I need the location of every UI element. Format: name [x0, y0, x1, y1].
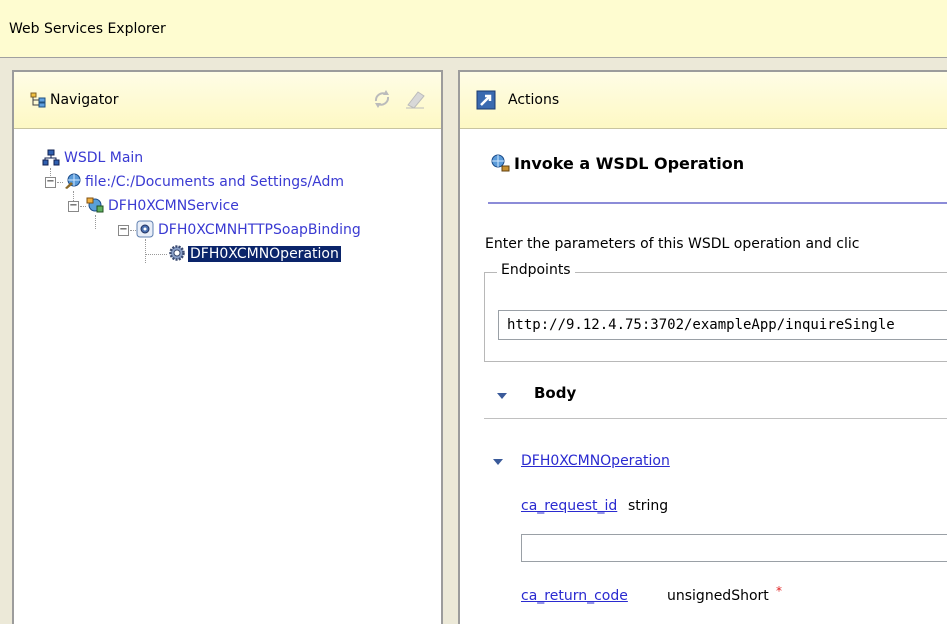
invoke-operation-icon: [491, 154, 510, 172]
actions-icon: [476, 90, 496, 110]
app-title: Web Services Explorer: [9, 21, 166, 37]
navigator-title: Navigator: [50, 92, 119, 108]
collapse-toggle[interactable]: −: [68, 201, 79, 212]
file-globe-icon: [65, 173, 81, 189]
endpoint-input[interactable]: http://9.12.4.75:3702/exampleApp/inquire…: [498, 310, 947, 340]
navigator-icon: [30, 92, 46, 108]
app-title-bar: Web Services Explorer: [0, 0, 947, 58]
wsdl-tree-icon: [42, 149, 60, 166]
section-divider: [488, 202, 947, 204]
selected-operation-label[interactable]: DFH0XCMNOperation: [188, 246, 341, 262]
collapse-toggle[interactable]: −: [118, 225, 129, 236]
body-divider: [484, 418, 947, 419]
operation-gear-icon: [169, 245, 185, 261]
binding-icon: [136, 220, 154, 238]
collapse-toggle[interactable]: −: [45, 177, 56, 188]
actions-title: Actions: [508, 92, 560, 108]
tree-item-wsdl-main[interactable]: WSDL Main: [64, 147, 143, 169]
navigator-panel: Navigator WSDL Main − file:/C:/Documents…: [12, 70, 443, 624]
instruction-text: Enter the parameters of this WSDL operat…: [485, 236, 860, 252]
eraser-icon[interactable]: [404, 89, 426, 109]
tree-item-file[interactable]: file:/C:/Documents and Settings/Adm: [85, 171, 344, 193]
service-icon: [86, 197, 104, 213]
body-collapse-icon[interactable]: [497, 393, 507, 399]
navigator-header: Navigator: [14, 72, 441, 129]
ca-return-code-type: unsignedShort: [667, 588, 769, 604]
section-title: Invoke a WSDL Operation: [514, 154, 745, 173]
ca-return-code-link[interactable]: ca_return_code: [521, 588, 628, 604]
operation-link[interactable]: DFH0XCMNOperation: [521, 453, 670, 469]
refresh-icon[interactable]: [370, 87, 394, 111]
tree-item-service[interactable]: DFH0XCMNService: [108, 195, 239, 217]
tree-item-binding[interactable]: DFH0XCMNHTTPSoapBinding: [158, 219, 361, 241]
body-header: Body: [534, 384, 577, 402]
tree-item-operation[interactable]: DFH0XCMNOperation: [188, 243, 341, 265]
actions-panel: Actions Invoke a WSDL Operation Enter th…: [458, 70, 947, 624]
ca-request-id-input[interactable]: [521, 534, 947, 562]
operation-collapse-icon[interactable]: [493, 459, 503, 465]
ca-request-id-type: string: [628, 498, 669, 514]
endpoints-label: Endpoints: [497, 262, 575, 278]
ca-request-id-link[interactable]: ca_request_id: [521, 498, 617, 514]
required-marker: *: [776, 584, 782, 598]
actions-header: Actions: [460, 72, 947, 129]
